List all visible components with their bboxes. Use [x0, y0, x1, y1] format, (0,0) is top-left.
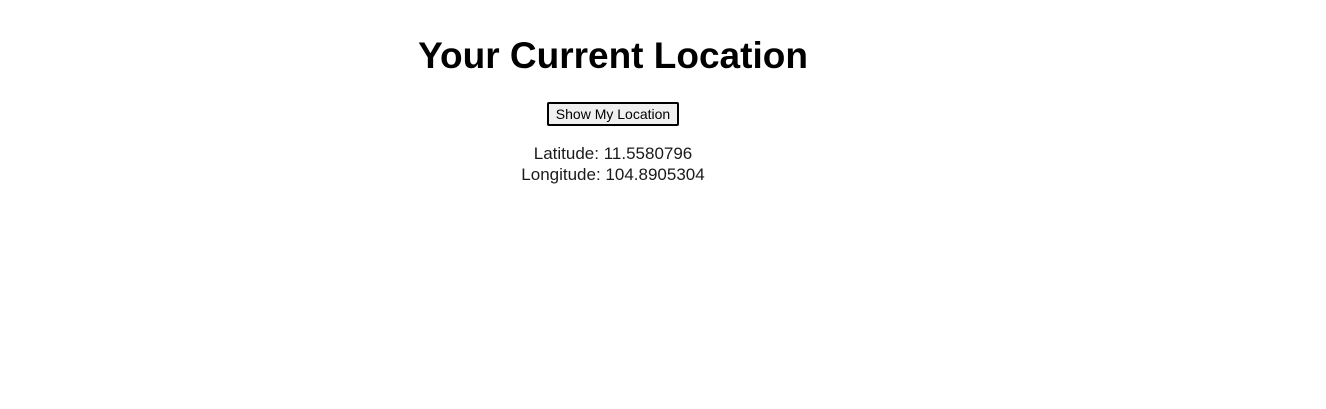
latitude-label: Latitude: — [533, 144, 599, 163]
page-title: Your Current Location — [418, 35, 808, 76]
page: Your Current Location Show My Location L… — [0, 0, 1226, 409]
button-container: Show My Location — [0, 102, 1226, 126]
show-location-button[interactable]: Show My Location — [546, 102, 680, 126]
longitude-value: 104.8905304 — [605, 165, 705, 184]
location-output: Latitude: 11.5580796 Longitude: 104.8905… — [0, 143, 1226, 185]
latitude-line: Latitude: 11.5580796 — [0, 143, 1226, 164]
longitude-label: Longitude: — [521, 165, 601, 184]
longitude-line: Longitude: 104.8905304 — [0, 164, 1226, 185]
latitude-value: 11.5580796 — [603, 144, 693, 163]
